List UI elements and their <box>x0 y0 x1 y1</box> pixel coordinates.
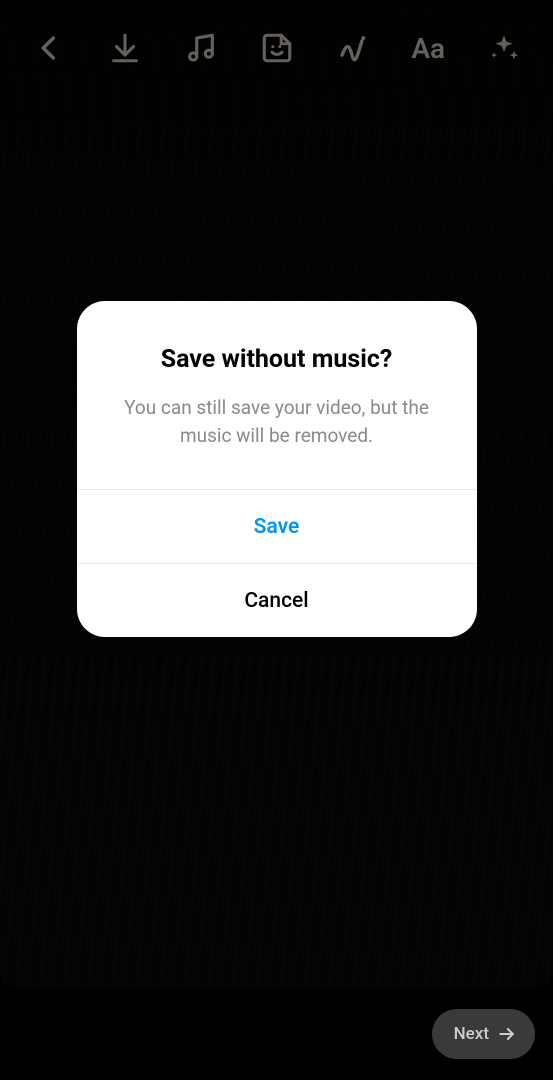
next-button[interactable]: Next <box>432 1009 535 1059</box>
story-canvas: Aa Save without music? You can still sav… <box>0 0 553 988</box>
next-button-label: Next <box>454 1024 489 1044</box>
arrow-right-icon <box>497 1024 517 1044</box>
dialog-message: You can still save your video, but the m… <box>109 394 445 449</box>
save-without-music-dialog: Save without music? You can still save y… <box>77 301 477 637</box>
save-button[interactable]: Save <box>77 489 477 563</box>
dialog-content: Save without music? You can still save y… <box>77 301 477 489</box>
cancel-button[interactable]: Cancel <box>77 563 477 637</box>
bottom-bar: Next <box>0 988 553 1080</box>
dialog-title: Save without music? <box>109 345 445 374</box>
dialog-backdrop: Save without music? You can still save y… <box>0 0 553 988</box>
